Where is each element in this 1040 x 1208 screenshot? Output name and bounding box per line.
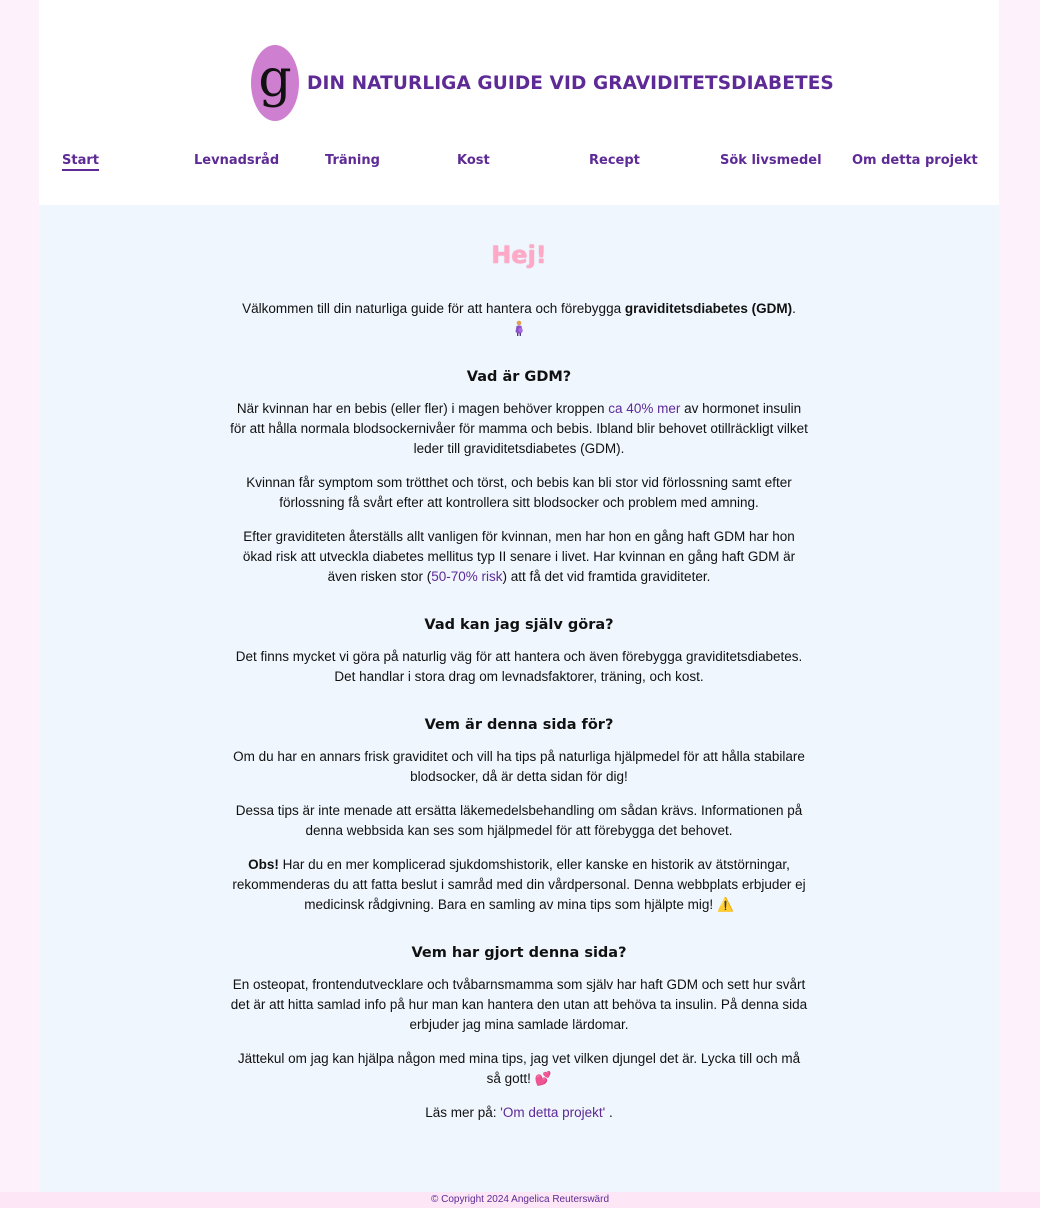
heading-what-can-i-do: Vad kan jag själv göra? <box>424 617 614 633</box>
page: g DIN NATURLIGA GUIDE VID GRAVIDITETSDIA… <box>39 0 999 1192</box>
main-nav: Start Levnadsråd Träning Kost Recept Sök… <box>39 153 999 177</box>
pregnant-woman-icon <box>515 320 523 336</box>
gdm-paragraph-1: När kvinnan har en bebis (eller fler) i … <box>229 399 809 459</box>
intro-end: . <box>792 301 796 316</box>
what-can-paragraph-1: Det finns mycket vi göra på naturlig väg… <box>235 649 803 684</box>
main-content: Hej! Välkommen till din naturliga guide … <box>229 205 809 1123</box>
intro-paragraph: Välkommen till din naturliga guide för a… <box>229 299 809 339</box>
gdm-paragraph-2: Kvinnan får symptom som trötthet och tör… <box>246 475 792 510</box>
gdm-p1-text: När kvinnan har en bebis (eller fler) i … <box>236 401 609 416</box>
section-who-made-it: Vem har gjort denna sida? En osteopat, f… <box>229 943 809 1123</box>
greeting-heading: Hej! <box>491 241 547 269</box>
nav-item-kost[interactable]: Kost <box>457 153 490 168</box>
nav-item-sok-livsmedel[interactable]: Sök livsmedel <box>720 153 822 168</box>
site-footer: © Copyright 2024 Angelica Reuterswärd <box>0 1192 1040 1208</box>
heading-who-is-it-for: Vem är denna sida för? <box>424 717 614 733</box>
intro-bold: graviditetsdiabetes (GDM) <box>624 301 793 316</box>
logo-icon[interactable]: g <box>251 45 299 121</box>
link-40-percent[interactable]: ca 40% mer <box>608 401 680 416</box>
nav-item-levnadsrad[interactable]: Levnadsråd <box>194 153 279 168</box>
copyright-text: © Copyright 2024 Angelica Reuterswärd <box>430 1194 610 1205</box>
nav-item-start[interactable]: Start <box>62 153 99 171</box>
obs-label: Obs! <box>248 857 279 872</box>
link-om-detta-projekt[interactable]: 'Om detta projekt' <box>500 1105 605 1120</box>
gdm-paragraph-3: Efter graviditeten återställs allt vanli… <box>229 527 809 587</box>
site-header: g DIN NATURLIGA GUIDE VID GRAVIDITETSDIA… <box>39 0 999 205</box>
who-made-p2-text: Jättekul om jag kan hjälpa någon med min… <box>237 1051 801 1086</box>
read-more-end: . <box>605 1105 613 1120</box>
who-made-paragraph-1: En osteopat, frontendutvecklare och tvåb… <box>230 977 808 1032</box>
who-for-paragraph-2: Dessa tips är inte menade att ersätta lä… <box>235 803 803 838</box>
heading-what-is-gdm: Vad är GDM? <box>466 369 572 385</box>
nav-item-om-detta-projekt[interactable]: Om detta projekt <box>852 153 978 168</box>
who-made-paragraph-3: Läs mer på: 'Om detta projekt' . <box>229 1103 809 1123</box>
read-more-label: Läs mer på: <box>425 1105 501 1120</box>
nav-item-traning[interactable]: Träning <box>325 153 380 168</box>
link-50-70-risk[interactable]: 50-70% risk <box>431 569 502 584</box>
section-what-can-i-do: Vad kan jag själv göra? Det finns mycket… <box>229 615 809 687</box>
nav-item-recept[interactable]: Recept <box>589 153 640 168</box>
who-for-paragraph-3: Obs! Har du en mer komplicerad sjukdomsh… <box>229 855 809 915</box>
intro-text: Välkommen till din naturliga guide för a… <box>242 301 625 316</box>
site-title: DIN NATURLIGA GUIDE VID GRAVIDITETSDIABE… <box>307 72 834 94</box>
who-for-paragraph-1: Om du har en annars frisk graviditet och… <box>233 749 805 784</box>
section-who-is-it-for: Vem är denna sida för? Om du har en anna… <box>229 715 809 915</box>
brand[interactable]: g DIN NATURLIGA GUIDE VID GRAVIDITETSDIA… <box>251 45 834 121</box>
section-what-is-gdm: Vad är GDM? När kvinnan har en bebis (el… <box>229 367 809 587</box>
who-made-paragraph-2: Jättekul om jag kan hjälpa någon med min… <box>229 1049 809 1089</box>
hearts-icon: 💕 <box>534 1071 552 1087</box>
warning-icon: ⚠️ <box>716 897 734 913</box>
gdm-p3-rest: ) att få det vid framtida graviditeter. <box>502 569 711 584</box>
heading-who-made-it: Vem har gjort denna sida? <box>411 945 627 961</box>
